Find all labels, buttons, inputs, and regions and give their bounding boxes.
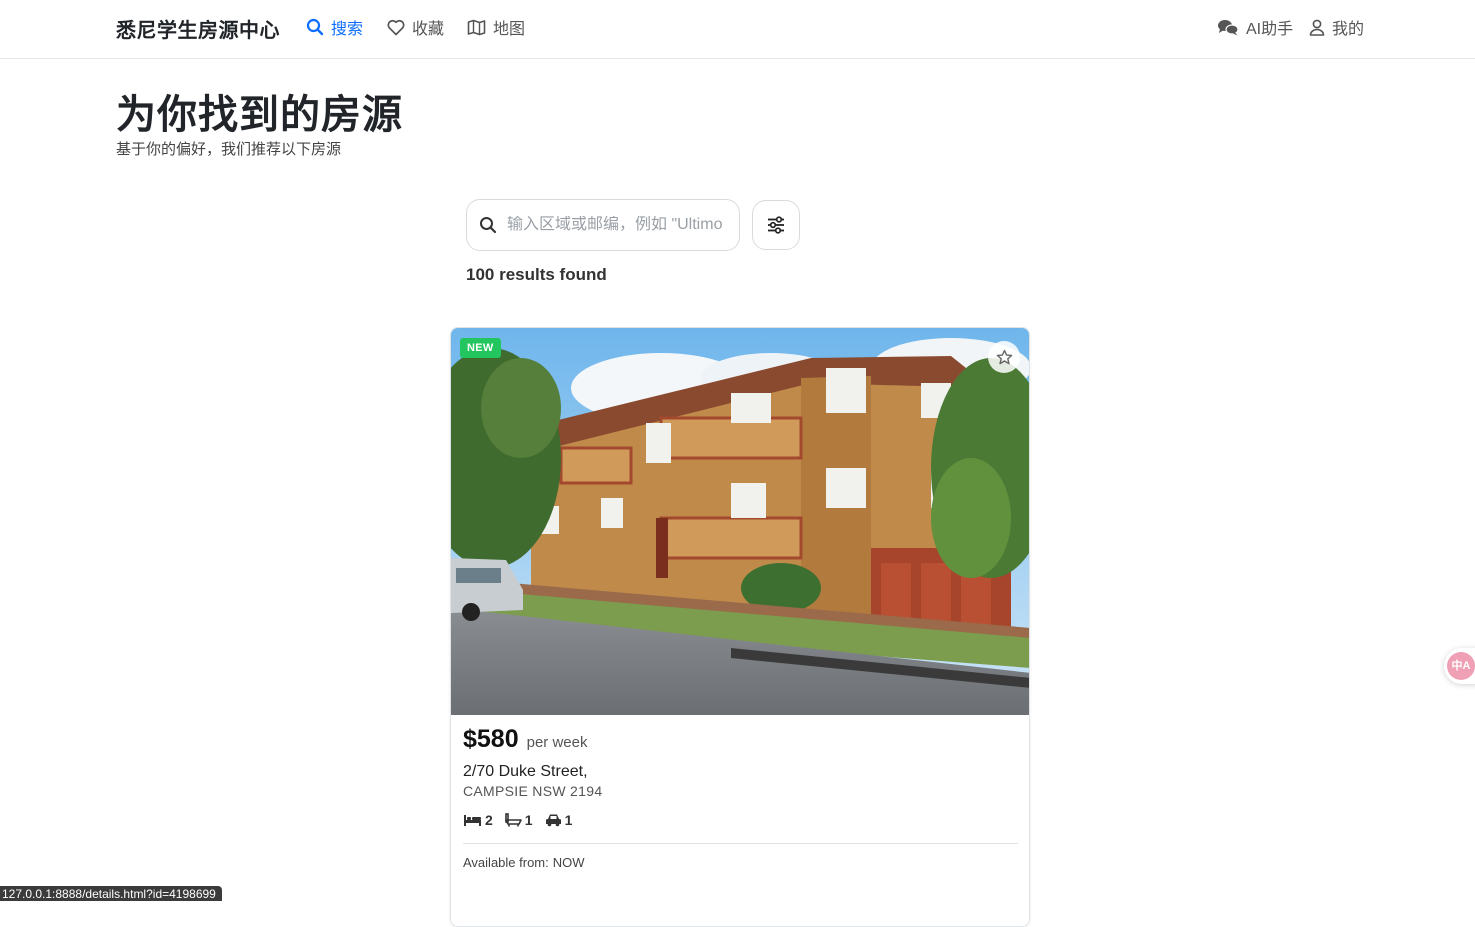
page-subtitle: 基于你的偏好，我们推荐以下房源: [116, 141, 342, 158]
available-value: NOW: [552, 855, 585, 870]
nav-mine[interactable]: 我的: [1309, 16, 1364, 38]
translate-icon: 中A: [1447, 652, 1475, 680]
search-box[interactable]: [466, 199, 740, 251]
listing-price: $580: [463, 725, 519, 753]
favorite-button[interactable]: [988, 341, 1020, 373]
car-icon: [545, 814, 561, 827]
new-badge: NEW: [460, 338, 501, 358]
page-title: 为你找到的房源: [116, 93, 403, 137]
feature-bedrooms: 2: [463, 812, 493, 828]
feature-parking: 1: [545, 812, 573, 828]
listing-photo[interactable]: [451, 328, 1030, 715]
price-row: $580 per week: [463, 725, 588, 754]
bath-icon: [504, 813, 522, 827]
nav-search-label: 搜索: [331, 21, 364, 38]
nav-search[interactable]: 搜索: [306, 16, 363, 38]
heart-icon: [387, 19, 405, 35]
navbar: 悉尼学生房源中心 搜索 收藏 地图 AI助手 我的: [0, 0, 1475, 59]
feature-bathrooms: 1: [504, 812, 533, 828]
listing-address-street: 2/70 Duke Street,: [463, 763, 588, 780]
nav-mine-label: 我的: [1332, 21, 1365, 38]
search-icon: [306, 18, 324, 36]
translate-float-button[interactable]: 中A: [1444, 648, 1475, 684]
card-divider: [463, 843, 1018, 844]
nav-favorites-label: 收藏: [412, 21, 445, 38]
available-label: Available from:: [463, 855, 549, 870]
listing-address-suburb: CAMPSIE NSW 2194: [463, 783, 603, 799]
user-icon: [1309, 19, 1325, 36]
map-icon: [467, 19, 486, 35]
brand-logo[interactable]: 悉尼学生房源中心: [116, 14, 280, 43]
bedrooms-count: 2: [485, 812, 493, 828]
nav-map-label: 地图: [493, 21, 526, 38]
search-icon: [480, 217, 497, 234]
chat-icon: [1218, 19, 1239, 35]
search-input[interactable]: [507, 216, 727, 234]
nav-ai-assistant[interactable]: AI助手: [1217, 16, 1293, 38]
listing-features: 2 1 1: [463, 812, 572, 828]
parking-count: 1: [564, 812, 573, 828]
filter-button[interactable]: [752, 200, 800, 250]
available-from: Available from: NOW: [463, 855, 585, 870]
star-icon: [996, 349, 1012, 364]
sliders-icon: [768, 216, 784, 234]
nav-map[interactable]: 地图: [467, 16, 525, 38]
bed-icon: [464, 815, 481, 826]
status-bar-url: 127.0.0.1:8888/details.html?id=4198699: [0, 886, 222, 901]
bathrooms-count: 1: [524, 812, 533, 828]
nav-favorites[interactable]: 收藏: [387, 16, 444, 38]
listing-period: per week: [526, 734, 588, 751]
listing-card[interactable]: NEW $580 per week 2/70 Duke Street, CAMP…: [450, 327, 1030, 927]
results-count: 100 results found: [466, 265, 607, 284]
nav-ai-label: AI助手: [1246, 21, 1294, 38]
